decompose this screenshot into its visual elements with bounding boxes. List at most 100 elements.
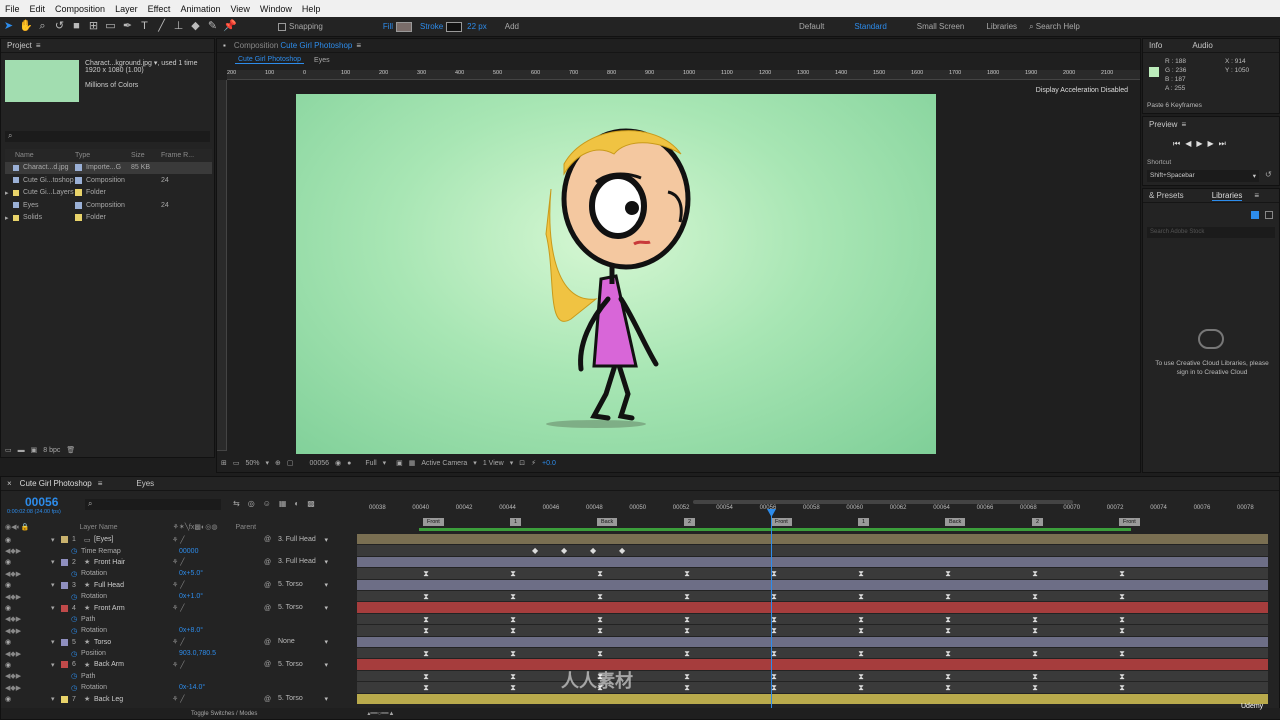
layer-duration-bar[interactable] — [357, 636, 1268, 647]
mask-visibility-icon[interactable]: ▢ — [287, 459, 294, 467]
project-item-row[interactable]: ▸ Cute Gi...Layers Folder — [5, 187, 212, 200]
comp-marker[interactable]: Front — [1119, 518, 1140, 526]
layer-duration-bar[interactable] — [357, 602, 1268, 613]
first-frame-icon[interactable]: ⏮ — [1173, 139, 1185, 148]
tab-libraries[interactable]: Libraries — [1211, 191, 1243, 201]
stroke-label[interactable]: Stroke — [420, 22, 443, 31]
prev-frame-icon[interactable]: ◀ — [1185, 139, 1196, 148]
layer-duration-bar[interactable] — [357, 579, 1268, 590]
color-channel-icon[interactable]: ● — [347, 460, 351, 467]
motion-blur-icon[interactable]: ◐ — [294, 499, 307, 508]
col-frame-rate[interactable]: Frame R... — [161, 152, 201, 159]
property-track[interactable]: ⧗ ⧗ ⧗ ⧗ ⧗ ⧗ ⧗ ⧗ ⧗ — [357, 625, 1268, 636]
layer-duration-bar[interactable] — [357, 659, 1268, 670]
keyframe-icon[interactable]: ⧗ — [423, 615, 429, 623]
keyframe-icon[interactable]: ⧗ — [1119, 593, 1125, 601]
keyframe-icon[interactable]: ⧗ — [597, 650, 603, 658]
keyframe-icon[interactable]: ⧗ — [945, 615, 951, 623]
keyframe-icon[interactable]: ⧗ — [510, 627, 516, 635]
layer-duration-bar[interactable] — [357, 556, 1268, 568]
menu-window[interactable]: Window — [255, 4, 297, 14]
list-view-icon[interactable] — [1265, 211, 1273, 219]
exposure-value[interactable]: +0.0 — [542, 460, 556, 467]
menu-effect[interactable]: Effect — [143, 4, 176, 14]
comp-tab-eyes[interactable]: Eyes — [314, 57, 330, 64]
keyframe-icon[interactable]: ⧗ — [423, 684, 429, 692]
property-track[interactable]: ⧗ ⧗ ⧗ ⧗ ⧗ ⧗ ⧗ ⧗ ⧗ — [357, 670, 1268, 682]
comp-marker[interactable]: 1 — [510, 518, 522, 526]
keyframe-icon[interactable]: ⧗ — [1119, 672, 1125, 680]
camera-tool-icon[interactable]: ■ — [70, 20, 83, 33]
panel-menu-icon[interactable]: ≡ — [36, 41, 41, 50]
zoom-select[interactable]: 50% — [246, 460, 260, 467]
workspace-standard[interactable]: Standard — [854, 22, 886, 31]
transparency-grid-icon[interactable]: ▦ — [409, 459, 416, 467]
interpret-footage-icon[interactable]: ▭ — [5, 446, 12, 454]
menu-composition[interactable]: Composition — [50, 4, 110, 14]
clone-stamp-tool-icon[interactable]: ⊥ — [172, 20, 185, 33]
property-track[interactable]: ⧗ ⧗ ⧗ ⧗ ⧗ ⧗ ⧗ ⧗ ⧗ — [357, 648, 1268, 659]
layer-duration-bar[interactable] — [357, 693, 1268, 704]
fast-previews-icon[interactable]: ⚡ — [531, 459, 536, 467]
stroke-swatch[interactable] — [446, 21, 463, 32]
col-name[interactable]: Name — [5, 152, 75, 159]
keyframe-icon[interactable]: ⧗ — [510, 615, 516, 623]
keyframe-icon[interactable]: ◆ — [619, 547, 625, 555]
chevron-down-icon[interactable]: ▾ — [266, 459, 270, 467]
chevron-down-icon[interactable]: ▾ — [510, 459, 514, 467]
comp-marker[interactable]: Back — [945, 518, 966, 526]
comp-tab-cute-girl[interactable]: Cute Girl Photoshop — [235, 56, 305, 64]
keyframe-icon[interactable]: ⧗ — [858, 615, 864, 623]
workspace-libraries[interactable]: Libraries — [986, 22, 1017, 31]
always-preview-icon[interactable]: ⊞ — [221, 459, 227, 467]
keyframe-icon[interactable]: ⧗ — [1032, 672, 1038, 680]
keyframe-icon[interactable]: ⧗ — [423, 570, 429, 578]
property-track[interactable]: ⧗ ⧗ ⧗ ⧗ ⧗ ⧗ ⧗ ⧗ ⧗ — [357, 591, 1268, 602]
new-composition-icon[interactable]: ▣ — [31, 446, 38, 454]
snapshot-icon[interactable]: ◉ — [335, 459, 341, 467]
shortcut-select[interactable]: Shift+Spacebar ▾ — [1147, 170, 1259, 182]
keyframe-icon[interactable]: ⧗ — [1032, 627, 1038, 635]
rectangle-tool-icon[interactable]: ▭ — [104, 20, 117, 33]
draft-3d-icon[interactable]: ◎ — [248, 499, 263, 508]
keyframe-icon[interactable]: ⧗ — [510, 650, 516, 658]
col-layer-name[interactable]: Layer Name — [79, 524, 117, 531]
keyframe-icon[interactable]: ⧗ — [858, 684, 864, 692]
comp-marker[interactable]: 1 — [858, 518, 870, 526]
grid-icon[interactable]: ⊕ — [275, 459, 281, 467]
tab-info[interactable]: Info — [1149, 41, 1162, 50]
comp-marker[interactable]: Back — [597, 518, 618, 526]
keyframe-icon[interactable]: ⧗ — [1119, 650, 1125, 658]
keyframe-icon[interactable]: ⧗ — [423, 650, 429, 658]
zoom-tool-icon[interactable]: ⌕ — [36, 20, 49, 33]
project-item-row[interactable]: Eyes Composition 24 — [5, 199, 212, 212]
project-search-field[interactable]: ⌕ — [5, 131, 210, 142]
eraser-tool-icon[interactable]: ◆ — [189, 20, 202, 33]
label-color-swatch[interactable] — [75, 189, 82, 197]
toggle-pixel-aspect-icon[interactable]: ⊡ — [519, 459, 525, 467]
monitor-icon[interactable]: ▭ — [233, 459, 240, 467]
label-color-swatch[interactable] — [75, 214, 82, 222]
workspace-small-screen[interactable]: Small Screen — [917, 22, 965, 31]
chevron-down-icon[interactable]: ▾ — [383, 459, 387, 467]
comp-mini-flowchart-icon[interactable]: ⇆ — [233, 499, 248, 508]
keyframe-icon[interactable]: ⧗ — [1032, 570, 1038, 578]
delete-icon[interactable]: 🗑 — [66, 446, 75, 454]
work-area-range[interactable] — [419, 528, 1131, 531]
keyframe-icon[interactable]: ⧗ — [684, 570, 690, 578]
zoom-slider-icon[interactable]: ▴━━○━━▲ — [367, 710, 394, 717]
brush-tool-icon[interactable]: ╱ — [155, 20, 168, 33]
keyframe-icon[interactable]: ⧗ — [684, 684, 690, 692]
camera-select[interactable]: Active Camera — [421, 460, 467, 467]
hand-tool-icon[interactable]: ✋ — [19, 20, 33, 33]
panel-menu-icon[interactable]: ≡ — [356, 41, 361, 50]
bpc-label[interactable]: 8 bpc — [43, 447, 60, 454]
puppet-pin-tool-icon[interactable]: 📌 — [223, 20, 237, 33]
lock-icon[interactable]: ▪ — [223, 41, 226, 50]
label-color-swatch[interactable] — [75, 201, 82, 209]
menu-help[interactable]: Help — [297, 4, 326, 14]
keyframe-icon[interactable]: ⧗ — [423, 627, 429, 635]
label-color-swatch[interactable] — [75, 176, 82, 184]
menu-layer[interactable]: Layer — [110, 4, 143, 14]
comp-marker[interactable]: 2 — [1032, 518, 1044, 526]
